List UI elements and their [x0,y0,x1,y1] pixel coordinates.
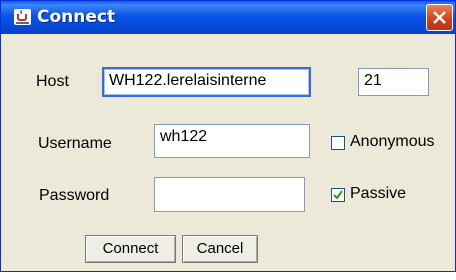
password-input[interactable] [154,177,305,212]
port-input[interactable]: 21 [358,68,429,96]
cancel-button[interactable]: Cancel [182,235,258,263]
password-label: Password [39,187,110,204]
connect-dialog: Connect Host WH122.lerelaisinterne 21 Us… [0,0,456,272]
connect-button[interactable]: Connect [85,235,176,263]
username-label: Username [38,135,112,152]
anonymous-label[interactable]: Anonymous [350,133,435,151]
window-title: Connect [37,7,116,27]
username-input[interactable]: wh122 [154,124,310,158]
title-bar[interactable]: Connect [1,1,455,34]
close-button[interactable] [426,4,453,31]
passive-checkbox[interactable] [331,188,345,202]
host-label: Host [36,73,69,90]
passive-label[interactable]: Passive [350,185,406,203]
checkmark-icon [333,190,343,200]
close-x-icon [433,11,446,24]
java-cup-icon [14,9,31,25]
anonymous-checkbox[interactable] [331,136,345,150]
host-input[interactable]: WH122.lerelaisinterne [102,67,311,97]
